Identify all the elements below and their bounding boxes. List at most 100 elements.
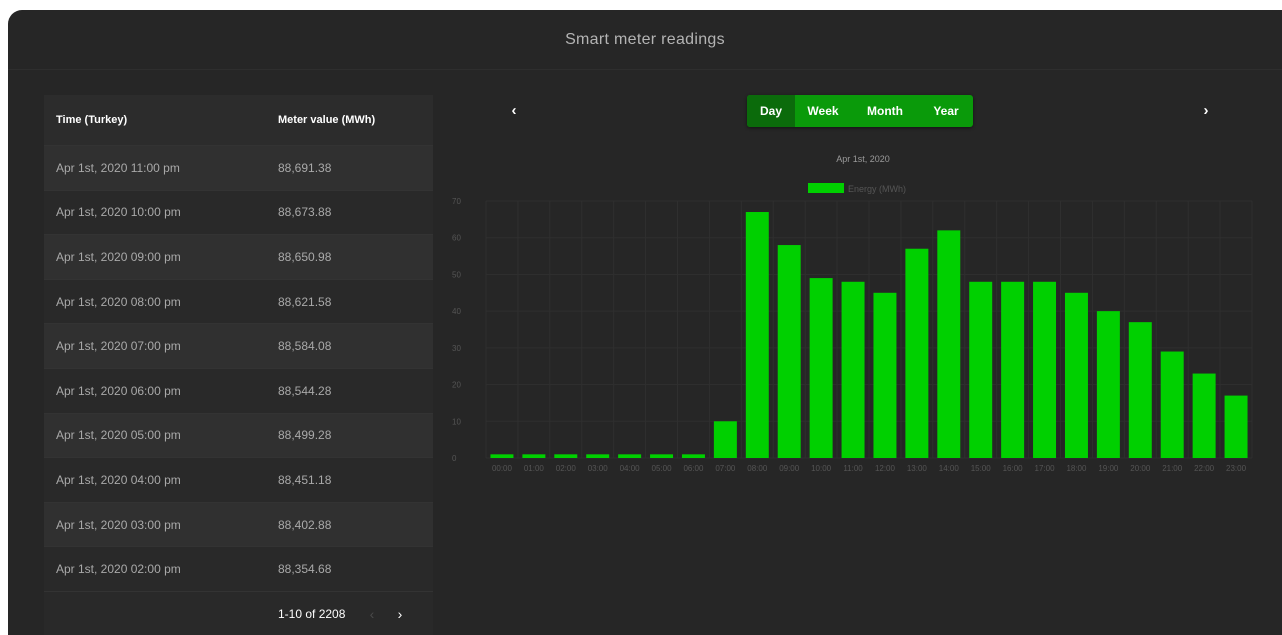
table-pagination: 1-10 of 2208 ‹ › [44,590,433,635]
cell-time: Apr 1st, 2020 08:00 pm [56,294,181,309]
prev-page-icon[interactable]: ‹ [358,606,386,622]
energy-chart: Apr 1st, 2020 Energy (MWh) 0 10 20 30 40 50 60 70… [452,154,1253,473]
y-tick-label: 50 [452,270,461,279]
x-tick-label: 18:00 [1066,464,1087,473]
table-row[interactable]: Apr 1st, 2020 08:00 pm 88,621.58 [44,278,433,324]
bar [1064,292,1088,458]
cell-meter-value: 88,673.88 [278,205,332,220]
next-period-icon[interactable]: › [1196,102,1216,119]
x-tick-label: 22:00 [1194,464,1215,473]
table-row[interactable]: Apr 1st, 2020 05:00 pm 88,499.28 [44,412,433,458]
cell-meter-value: 88,499.28 [278,428,332,443]
bar [618,454,642,458]
x-tick-label: 21:00 [1162,464,1183,473]
y-tick-label: 70 [452,197,461,206]
y-tick-label: 20 [452,381,461,390]
cell-time: Apr 1st, 2020 07:00 pm [56,339,181,354]
bar [1224,395,1248,458]
cell-time: Apr 1st, 2020 10:00 pm [56,205,181,220]
tab-day[interactable]: Day [747,95,795,127]
cell-meter-value: 88,691.38 [278,160,332,175]
cell-time: Apr 1st, 2020 04:00 pm [56,472,181,487]
bar [873,292,897,458]
table-row[interactable]: Apr 1st, 2020 06:00 pm 88,544.28 [44,367,433,413]
bar [522,454,546,458]
cell-meter-value: 88,621.58 [278,294,332,309]
x-tick-label: 14:00 [939,464,960,473]
cell-time: Apr 1st, 2020 06:00 pm [56,383,181,398]
cell-meter-value: 88,650.98 [278,249,332,264]
table-row[interactable]: Apr 1st, 2020 10:00 pm 88,673.88 [44,189,433,235]
y-tick-label: 60 [452,234,461,243]
x-tick-label: 17:00 [1035,464,1056,473]
x-tick-label: 05:00 [652,464,673,473]
x-tick-label: 02:00 [556,464,577,473]
bar [713,421,737,458]
table-row[interactable]: Apr 1st, 2020 04:00 pm 88,451.18 [44,457,433,502]
bar [745,212,769,458]
x-tick-label: 03:00 [588,464,609,473]
x-tick-label: 20:00 [1130,464,1151,473]
bar [1033,281,1057,458]
table-row[interactable]: Apr 1st, 2020 03:00 pm 88,402.88 [44,501,433,547]
bar [586,454,610,458]
bar [1192,373,1216,458]
tab-year[interactable]: Year [919,95,973,127]
bar [490,454,514,458]
x-tick-label: 16:00 [1003,464,1024,473]
cell-time: Apr 1st, 2020 02:00 pm [56,562,181,577]
y-tick-label: 10 [452,417,461,426]
bar [777,245,801,458]
x-tick-label: 07:00 [715,464,736,473]
next-page-icon[interactable]: › [386,606,414,622]
x-tick-label: 13:00 [907,464,928,473]
cell-time: Apr 1st, 2020 03:00 pm [56,517,181,532]
legend-label: Energy (MWh) [848,184,906,194]
chart-title: Apr 1st, 2020 [836,154,890,164]
cell-meter-value: 88,451.18 [278,472,332,487]
bar [681,454,705,458]
cell-meter-value: 88,544.28 [278,383,332,398]
cell-time: Apr 1st, 2020 05:00 pm [56,428,181,443]
x-tick-label: 04:00 [620,464,641,473]
cell-meter-value: 88,584.08 [278,339,332,354]
table-row[interactable]: Apr 1st, 2020 11:00 pm 88,691.38 [44,145,433,190]
x-tick-label: 23:00 [1226,464,1247,473]
x-tick-label: 12:00 [875,464,896,473]
cell-meter-value: 88,402.88 [278,517,332,532]
x-tick-label: 10:00 [811,464,832,473]
x-tick-label: 06:00 [683,464,704,473]
range-selector: Day Week Month Year [747,95,973,127]
pagination-count: 1-10 of 2208 [278,606,346,621]
header-time[interactable]: Time (Turkey) [44,114,278,126]
x-tick-label: 11:00 [843,464,863,473]
y-tick-label: 0 [452,454,457,463]
cell-time: Apr 1st, 2020 09:00 pm [56,249,181,264]
tab-week[interactable]: Week [795,95,851,127]
meter-card: Smart meter readings Time (Turkey) Meter… [8,10,1282,635]
cell-time: Apr 1st, 2020 11:00 pm [56,160,180,175]
y-tick-label: 30 [452,344,461,353]
x-tick-label: 19:00 [1098,464,1119,473]
table-row[interactable]: Apr 1st, 2020 07:00 pm 88,584.08 [44,323,433,368]
bar [905,248,929,458]
bar [650,454,674,458]
table-row[interactable]: Apr 1st, 2020 09:00 pm 88,650.98 [44,234,433,279]
prev-period-icon[interactable]: ‹ [504,102,524,119]
legend-swatch [808,183,844,193]
bar [1160,351,1184,458]
readings-table: Time (Turkey) Meter value (MWh) Apr 1st,… [44,95,433,635]
page-title: Smart meter readings [8,10,1282,70]
bar [969,281,993,458]
x-tick-label: 01:00 [524,464,545,473]
header-meter-value[interactable]: Meter value (MWh) [278,114,433,126]
tab-month[interactable]: Month [851,95,919,127]
x-tick-label: 08:00 [747,464,768,473]
bar [1128,322,1152,458]
bar [841,281,865,458]
y-tick-label: 40 [452,307,461,316]
table-header: Time (Turkey) Meter value (MWh) [44,95,433,145]
x-tick-label: 09:00 [779,464,800,473]
table-row[interactable]: Apr 1st, 2020 02:00 pm 88,354.68 [44,546,433,591]
bar [809,278,833,458]
